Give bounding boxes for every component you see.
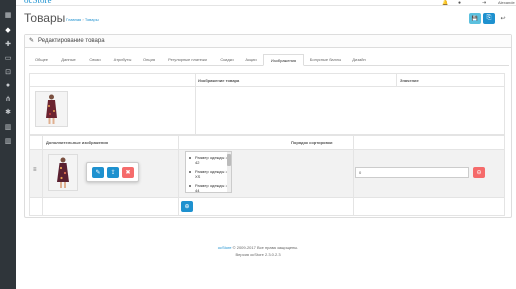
tab-item[interactable]: Бонусные баллы [306, 54, 345, 66]
user-icon[interactable]: ● [458, 0, 461, 6]
option-item[interactable]: Размер одежды > 44 [189, 183, 231, 192]
tab-item[interactable]: Дизайн [347, 54, 371, 66]
remove-image-button[interactable]: ⊖ [473, 167, 485, 178]
divider [42, 136, 43, 215]
copy-button[interactable]: ⎘ [483, 13, 495, 24]
cog-icon[interactable]: ✱ [3, 109, 13, 117]
edit-image-button[interactable]: ✎ [92, 167, 104, 178]
divider [353, 136, 354, 215]
breadcrumb-home[interactable]: Главная [66, 17, 81, 22]
tag-icon[interactable]: ◆ [3, 27, 13, 35]
tab-item[interactable]: Регулярные платежи [162, 54, 213, 66]
dress-image [36, 92, 67, 126]
additional-image[interactable] [48, 154, 78, 191]
breadcrumb: Главная › Товары [66, 17, 99, 22]
user-icon[interactable]: ● [3, 82, 13, 90]
col-sort-order: Порядок сортировки [291, 140, 333, 145]
tab-item[interactable]: Скидки [215, 54, 239, 66]
user-name[interactable]: Alexande [498, 0, 515, 5]
footer-copyright-text: © 2009-2017 Все права защищены. [232, 245, 299, 250]
breadcrumb-separator: › [82, 17, 84, 22]
page-title: Товары [24, 11, 66, 25]
listbox-scrollbar[interactable] [227, 152, 231, 192]
drag-handle[interactable]: ≡ [33, 167, 37, 173]
plus-circle-icon: ⊕ [184, 204, 190, 210]
main-image-table: Изображение товара Значение [29, 73, 505, 135]
sign-out-icon[interactable]: ⇥ [482, 0, 486, 6]
divider [195, 74, 196, 134]
upload-image-button[interactable]: ⇪ [107, 167, 119, 178]
upload-icon: ⇪ [110, 170, 116, 176]
trash-icon: ✖ [125, 170, 131, 176]
tab-item[interactable]: Общее [29, 54, 54, 66]
back-button[interactable]: ↩ [497, 13, 509, 24]
tab-item[interactable]: Акции [241, 54, 261, 66]
logo[interactable]: ocStore [24, 0, 52, 5]
panel-title: Редактирование товара [38, 38, 105, 44]
copy-icon: ⎘ [486, 15, 492, 21]
puzzle-icon[interactable]: ✚ [3, 41, 13, 49]
table-header: Изображение товара Значение [30, 74, 504, 87]
tab-bar: Общее Данные Связи Атрибуты Опция Регулярные … [29, 54, 509, 66]
panel-heading: ✎ Редактирование товара [25, 35, 511, 48]
pencil-icon: ✎ [95, 170, 101, 176]
tab-item[interactable]: Опция [138, 54, 160, 66]
col-main-image: Изображение товара [198, 78, 240, 83]
image-actions-popover: ✎ ⇪ ✖ [86, 162, 139, 182]
tab-item[interactable]: Данные [56, 54, 81, 66]
sort-order-input[interactable] [355, 167, 469, 178]
top-header: ocStore 🔔 ● ⇥ Alexande [16, 0, 516, 6]
option-item[interactable]: Размер одежды > XS [189, 169, 231, 179]
main-product-image[interactable] [35, 91, 68, 127]
breadcrumb-products[interactable]: Товары [85, 17, 99, 22]
clear-image-button[interactable]: ✖ [122, 167, 134, 178]
add-image-button[interactable]: ⊕ [181, 201, 193, 212]
bar-chart-icon[interactable]: ▥ [3, 124, 13, 132]
footer-version: Версия ocStore 2.3.0.2.3 [235, 252, 281, 257]
desktop-icon[interactable]: ▭ [3, 55, 13, 63]
minus-circle-icon: ⊖ [476, 170, 482, 176]
bell-icon[interactable]: 🔔 [442, 0, 448, 6]
back-icon: ↩ [500, 16, 506, 22]
dashboard-icon[interactable]: ▦ [3, 12, 13, 20]
option-values-listbox[interactable]: Размер одежды > 42 Размер одежды > XS Ра… [185, 151, 232, 193]
tab-item[interactable]: Изображения [263, 54, 304, 66]
share-icon[interactable]: ⋔ [3, 96, 13, 104]
save-button[interactable]: 💾 [469, 13, 481, 24]
tab-item[interactable]: Атрибуты [109, 54, 136, 66]
additional-images-table: Дополнительные изображения Порядок сорти… [29, 135, 505, 216]
col-additional-images: Дополнительные изображения [46, 140, 109, 145]
option-item[interactable]: Размер одежды > 42 [189, 155, 231, 165]
scrollbar-thumb[interactable] [227, 154, 231, 166]
save-icon: 💾 [471, 15, 479, 22]
cart-icon[interactable]: ⊡ [3, 69, 13, 77]
dress-image [49, 155, 77, 190]
bar-chart-icon-2[interactable]: ▥ [3, 138, 13, 146]
footer-copyright: ocStore © 2009-2017 Все права защищены. [0, 245, 516, 250]
pencil-icon: ✎ [29, 38, 35, 44]
divider [178, 136, 179, 215]
col-value: Значение [400, 78, 419, 83]
footer-brand-link[interactable]: ocStore [218, 245, 232, 250]
tab-item[interactable]: Связи [83, 54, 107, 66]
divider [396, 74, 397, 87]
